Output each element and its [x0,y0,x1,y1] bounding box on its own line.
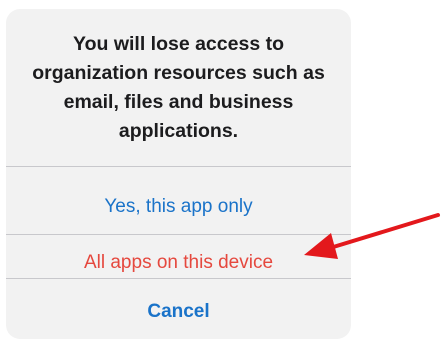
arrow-shaft [328,213,440,250]
arrow-head [304,233,338,259]
red-arrow-annotation [304,213,440,259]
